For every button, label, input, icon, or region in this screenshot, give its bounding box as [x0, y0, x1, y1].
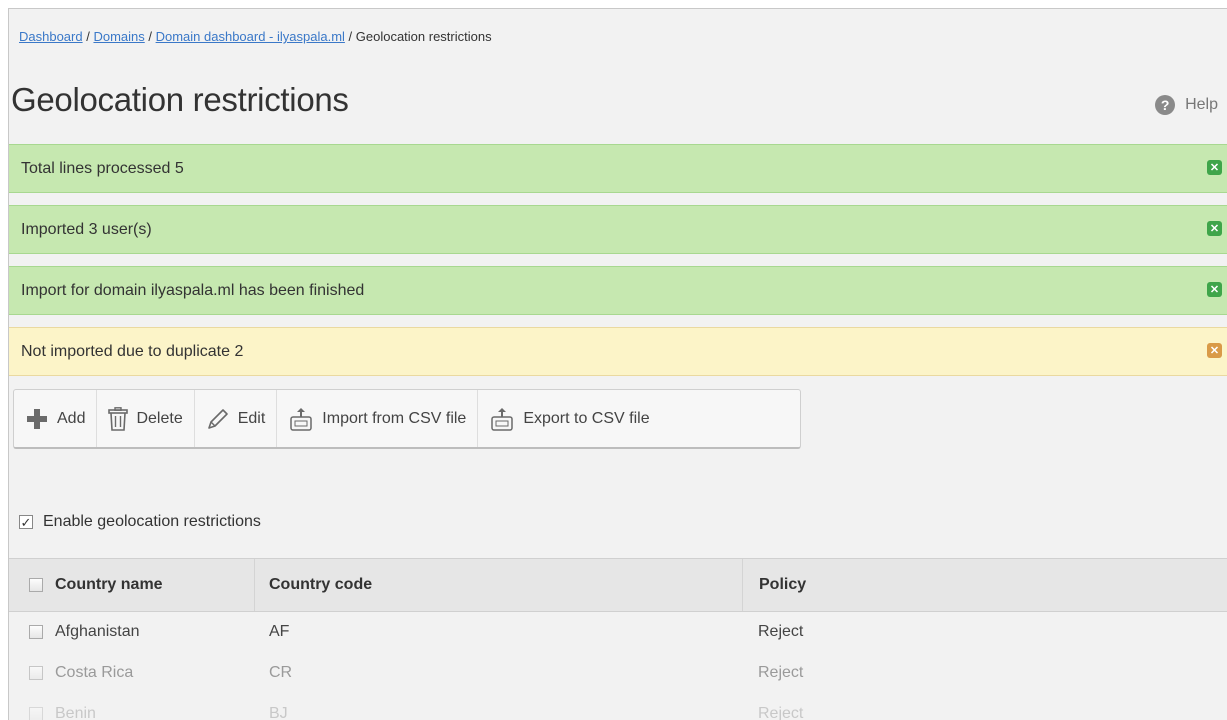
csv-upload-icon — [288, 406, 314, 432]
alert-text: Imported 3 user(s) — [21, 221, 152, 239]
row-country-name: Costa Rica — [29, 652, 133, 693]
help-icon: ? — [1155, 95, 1175, 115]
close-icon[interactable]: ✕ — [1207, 221, 1222, 236]
delete-label: Delete — [136, 410, 182, 428]
help-label: Help — [1185, 96, 1218, 114]
policy: Reject — [758, 652, 803, 693]
row-checkbox[interactable] — [29, 707, 43, 720]
alert-warning: Not imported due to duplicate 2 ✕ — [9, 327, 1227, 376]
table-row[interactable]: Benin BJ Reject — [9, 693, 1227, 720]
import-csv-label: Import from CSV file — [322, 410, 466, 428]
plus-icon — [25, 407, 49, 431]
country-name: Costa Rica — [55, 664, 133, 682]
export-csv-label: Export to CSV file — [523, 410, 649, 428]
country-name: Afghanistan — [55, 623, 140, 641]
header-country-name-label: Country name — [55, 576, 163, 594]
alert-text: Not imported due to duplicate 2 — [21, 343, 243, 361]
table-row[interactable]: Afghanistan AF Reject — [9, 611, 1227, 652]
breadcrumb-domains-link[interactable]: Domains — [93, 29, 144, 44]
add-label: Add — [57, 410, 85, 428]
country-code: BJ — [269, 693, 288, 720]
header-country-name[interactable]: Country name — [29, 559, 254, 611]
row-checkbox[interactable] — [29, 666, 43, 680]
edit-button[interactable]: Edit — [195, 390, 278, 447]
country-code: AF — [269, 611, 289, 652]
row-checkbox[interactable] — [29, 625, 43, 639]
header-policy-label: Policy — [759, 576, 806, 594]
main-panel: Dashboard / Domains / Domain dashboard -… — [8, 8, 1227, 720]
toolbar: Add Delete Edit Import from CSV file Exp… — [13, 389, 801, 449]
header-country-code[interactable]: Country code — [254, 559, 742, 611]
enable-geolocation-checkbox[interactable]: ✓ — [19, 515, 33, 529]
breadcrumb-separator: / — [145, 29, 156, 44]
alert-success: Imported 3 user(s) ✕ — [9, 205, 1227, 254]
delete-button[interactable]: Delete — [97, 390, 194, 447]
policy: Reject — [758, 611, 803, 652]
alert-text: Import for domain ilyaspala.ml has been … — [21, 282, 364, 300]
alert-success: Import for domain ilyaspala.ml has been … — [9, 266, 1227, 315]
close-icon[interactable]: ✕ — [1207, 160, 1222, 175]
breadcrumb-current: Geolocation restrictions — [356, 29, 492, 44]
country-code: CR — [269, 652, 292, 693]
page-title: Geolocation restrictions — [11, 81, 349, 119]
close-icon[interactable]: ✕ — [1207, 282, 1222, 297]
alert-success: Total lines processed 5 ✕ — [9, 144, 1227, 193]
table-header: Country name Country code Policy — [9, 558, 1227, 612]
row-country-name: Benin — [29, 693, 96, 720]
table-row[interactable]: Costa Rica CR Reject — [9, 652, 1227, 693]
trash-icon — [108, 407, 128, 431]
row-country-name: Afghanistan — [29, 611, 140, 652]
header-policy[interactable]: Policy — [742, 559, 1227, 611]
import-csv-button[interactable]: Import from CSV file — [277, 390, 478, 447]
export-csv-button[interactable]: Export to CSV file — [478, 390, 660, 447]
enable-geolocation-setting: ✓ Enable geolocation restrictions — [19, 513, 261, 531]
add-button[interactable]: Add — [14, 390, 97, 447]
breadcrumb: Dashboard / Domains / Domain dashboard -… — [19, 29, 492, 44]
breadcrumb-domain-dashboard-link[interactable]: Domain dashboard - ilyaspala.ml — [156, 29, 345, 44]
enable-geolocation-label: Enable geolocation restrictions — [43, 513, 261, 531]
breadcrumb-separator: / — [345, 29, 356, 44]
policy: Reject — [758, 693, 803, 720]
help-button[interactable]: ? Help — [1155, 95, 1218, 115]
header-country-code-label: Country code — [269, 576, 372, 594]
breadcrumb-dashboard-link[interactable]: Dashboard — [19, 29, 83, 44]
alert-text: Total lines processed 5 — [21, 160, 184, 178]
close-icon[interactable]: ✕ — [1207, 343, 1222, 358]
edit-label: Edit — [238, 410, 266, 428]
pencil-icon — [206, 407, 230, 431]
select-all-checkbox[interactable] — [29, 578, 43, 592]
country-name: Benin — [55, 705, 96, 720]
csv-download-icon — [489, 406, 515, 432]
breadcrumb-separator: / — [83, 29, 94, 44]
